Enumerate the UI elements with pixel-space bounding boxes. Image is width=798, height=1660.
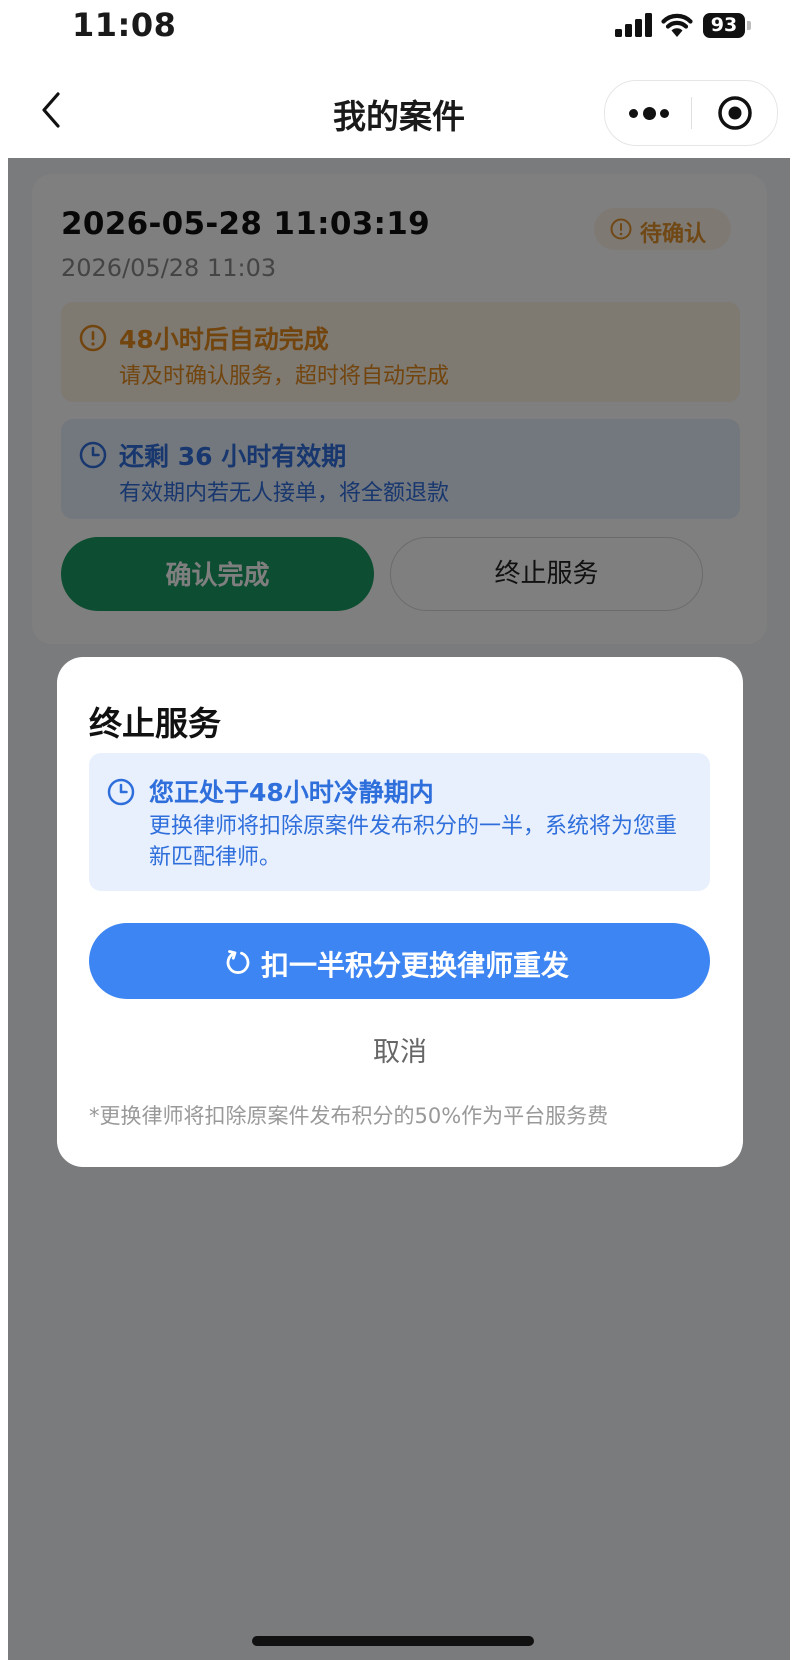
- mini-program-capsule: [604, 80, 778, 146]
- stop-service-dialog: 终止服务 您正处于48小时冷静期内 更换律师将扣除原案件发布积分的一半，系统将为…: [57, 657, 743, 1167]
- clock-icon: [107, 778, 135, 806]
- refresh-icon: [226, 950, 250, 974]
- close-mini-program-button[interactable]: [692, 81, 777, 145]
- cooling-period-notice: 您正处于48小时冷静期内 更换律师将扣除原案件发布积分的一半，系统将为您重新匹配…: [89, 753, 710, 891]
- nav-bar: 我的案件: [0, 60, 798, 158]
- replace-lawyer-label: 扣一半积分更换律师重发: [261, 949, 570, 982]
- battery-icon: 93: [703, 13, 751, 38]
- dialog-title: 终止服务: [89, 704, 221, 743]
- battery-level: 93: [703, 13, 745, 38]
- target-circle-icon: [718, 96, 752, 130]
- status-bar: 11:08 93: [0, 0, 798, 60]
- cooling-period-title: 您正处于48小时冷静期内: [149, 778, 434, 807]
- cancel-button[interactable]: 取消: [57, 1030, 743, 1069]
- service-fee-footnote: *更换律师将扣除原案件发布积分的50%作为平台服务费: [89, 1104, 609, 1128]
- more-button[interactable]: [605, 81, 691, 145]
- home-indicator[interactable]: [252, 1636, 534, 1646]
- more-dots-icon: [629, 107, 669, 120]
- replace-lawyer-button[interactable]: 扣一半积分更换律师重发: [89, 923, 710, 999]
- status-time: 11:08: [72, 6, 177, 44]
- cooling-period-desc: 更换律师将扣除原案件发布积分的一半，系统将为您重新匹配律师。: [149, 814, 678, 870]
- wifi-icon: [661, 13, 693, 37]
- cellular-signal-icon: [615, 13, 652, 37]
